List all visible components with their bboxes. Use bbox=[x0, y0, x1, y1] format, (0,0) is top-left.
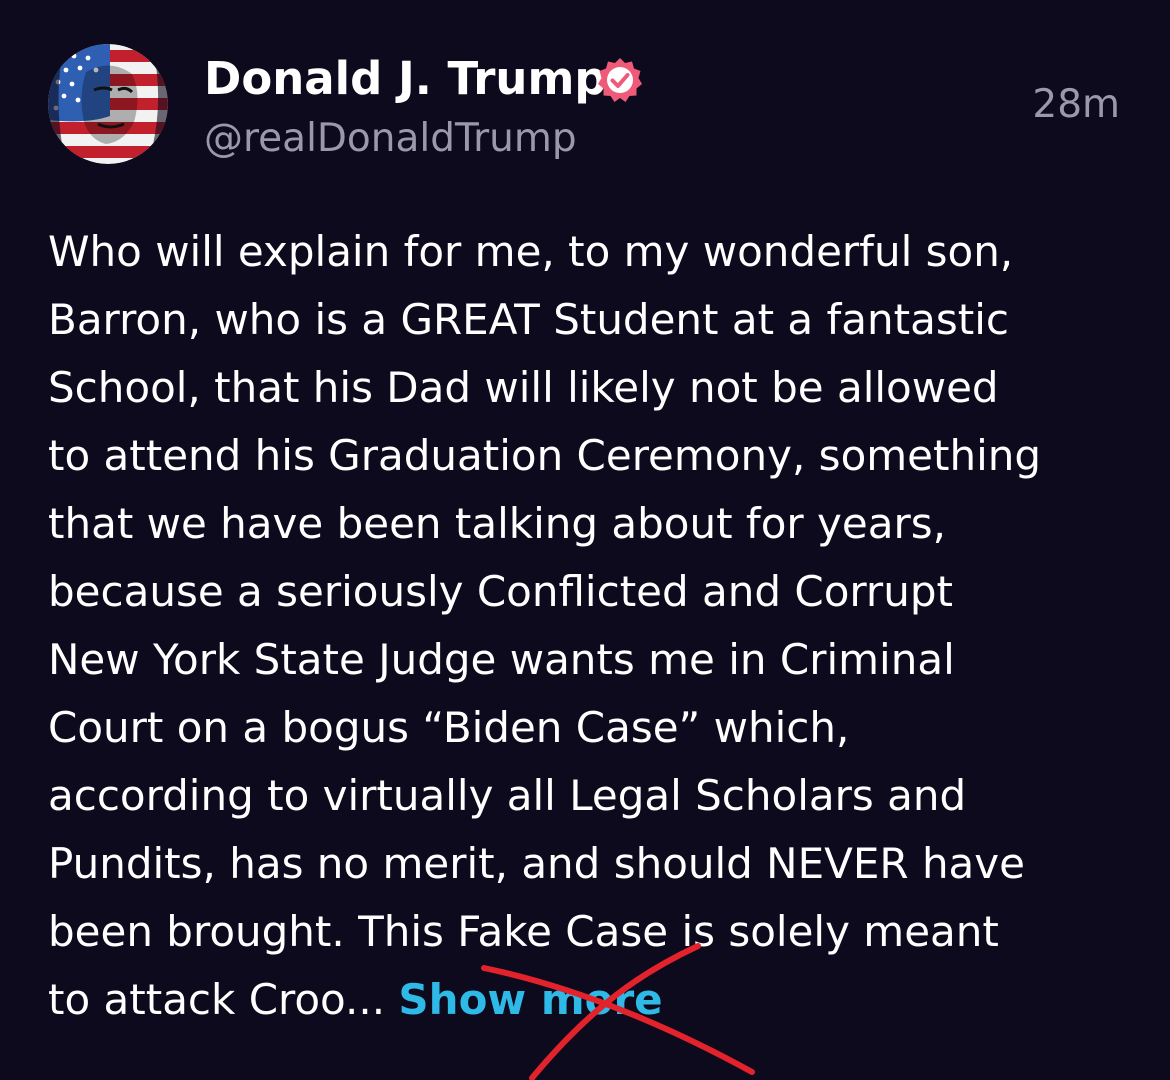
post-timestamp[interactable]: 28m bbox=[1032, 80, 1120, 130]
post-body-line: Who will explain for me, to my wonderful… bbox=[48, 227, 1014, 276]
post-card[interactable]: Donald J. Trump @realDonaldTrump 28m Who… bbox=[0, 0, 1170, 1080]
post-body-line: because a seriously Conflicted and Corru… bbox=[48, 567, 953, 616]
post-body-line: Pundits, has no merit, and should NEVER … bbox=[48, 839, 1025, 888]
post-body-line: according to virtually all Legal Scholar… bbox=[48, 771, 967, 820]
author-name[interactable]: Donald J. Trump bbox=[204, 52, 607, 106]
avatar-image bbox=[48, 44, 168, 164]
avatar[interactable] bbox=[48, 44, 168, 164]
verified-badge-icon bbox=[596, 56, 644, 104]
author-handle[interactable]: @realDonaldTrump bbox=[204, 114, 577, 164]
truncated-text: to attack Croo... bbox=[48, 975, 399, 1024]
post-body: Who will explain for me, to my wonderful… bbox=[48, 218, 1128, 1034]
post-body-line: Barron, who is a GREAT Student at a fant… bbox=[48, 295, 1009, 344]
post-body-line: to attend his Graduation Ceremony, somet… bbox=[48, 431, 1042, 480]
post-body-line: School, that his Dad will likely not be … bbox=[48, 363, 999, 412]
show-more-link[interactable]: Show more bbox=[398, 975, 662, 1024]
post-body-line: New York State Judge wants me in Crimina… bbox=[48, 635, 955, 684]
post-body-line: been brought. This Fake Case is solely m… bbox=[48, 907, 999, 956]
post-body-line: that we have been talking about for year… bbox=[48, 499, 946, 548]
post-body-line: Court on a bogus “Biden Case” which, bbox=[48, 703, 850, 752]
post-body-last-line: to attack Croo... Show more bbox=[48, 966, 1128, 1034]
